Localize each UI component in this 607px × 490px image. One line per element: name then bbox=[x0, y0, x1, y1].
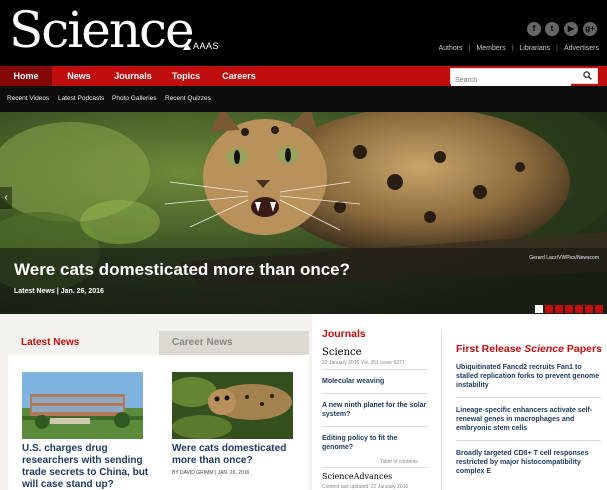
divider bbox=[456, 440, 601, 441]
aaas-triangle-icon bbox=[183, 43, 191, 50]
nav-journals[interactable]: Journals bbox=[110, 66, 156, 86]
nav-careers[interactable]: Careers bbox=[218, 66, 260, 86]
journal-article-1[interactable]: Molecular weaving bbox=[322, 377, 432, 386]
carousel-dots bbox=[533, 300, 603, 313]
carousel-dot[interactable] bbox=[535, 305, 543, 313]
first-release-item-3[interactable]: Broadly targeted CD8+ T cell responses r… bbox=[456, 449, 601, 476]
journal-article-3[interactable]: Editing policy to fit the genome? bbox=[322, 434, 432, 452]
divider bbox=[322, 467, 428, 468]
carousel-dot[interactable] bbox=[575, 305, 583, 313]
subnav-photo-galleries[interactable]: Photo Galleries bbox=[112, 86, 156, 112]
news-thumbnail-building[interactable] bbox=[22, 372, 143, 439]
hero-meta: Latest News | Jan. 26, 2016 bbox=[14, 288, 104, 295]
tab-career-news[interactable]: Career News bbox=[159, 331, 309, 355]
divider bbox=[322, 369, 428, 370]
news-card-byline-2: BY DAVID GRIMM | JAN. 26, 2016 bbox=[172, 470, 250, 476]
subnav-recent-quizzes[interactable]: Recent Quizzes bbox=[165, 86, 211, 112]
journal-issue-meta: 22 January 2016 Vol. 351 Issue 6271 bbox=[322, 360, 405, 366]
sub-nav: Recent Videos Latest Podcasts Photo Gall… bbox=[0, 86, 607, 112]
nav-home[interactable]: Home bbox=[0, 66, 52, 86]
first-release-item-2[interactable]: Lineage-specific enhancers activate self… bbox=[456, 406, 601, 433]
hero-caption-band bbox=[0, 248, 607, 314]
search-icon[interactable] bbox=[583, 71, 592, 80]
nav-topics[interactable]: Topics bbox=[166, 66, 206, 86]
carousel-dot[interactable] bbox=[595, 305, 603, 313]
carousel-dot[interactable] bbox=[555, 305, 563, 313]
journals-heading[interactable]: Journals bbox=[322, 328, 366, 340]
utility-links: Authors | Members | Librarians | Advertisers bbox=[438, 45, 599, 52]
carousel-dot[interactable] bbox=[565, 305, 573, 313]
science-advances-meta: Content last updated: 22 January 2016 bbox=[322, 484, 409, 490]
divider bbox=[456, 397, 601, 398]
news-card-title-1[interactable]: U.S. charges drug researchers with sendi… bbox=[22, 443, 148, 490]
first-release-heading[interactable]: First Release Science Papers bbox=[456, 343, 602, 355]
youtube-icon[interactable]: ▶ bbox=[564, 22, 578, 36]
journal-article-2[interactable]: A new ninth planet for the solar system? bbox=[322, 401, 432, 419]
carousel-prev-arrow[interactable]: ‹ bbox=[0, 187, 12, 209]
tab-latest-news[interactable]: Latest News bbox=[8, 331, 157, 355]
masthead: Science AAAS f t ▶ g+ Authors | Members | Li… bbox=[0, 0, 607, 66]
divider bbox=[322, 393, 428, 394]
science-advances-logo[interactable]: ScienceAdvances bbox=[322, 472, 392, 481]
google-plus-icon[interactable]: g+ bbox=[583, 22, 597, 36]
members-link[interactable]: Members bbox=[476, 45, 505, 52]
hero-title[interactable]: Were cats domesticated more than once? bbox=[14, 260, 350, 280]
aaas-logo[interactable]: AAAS bbox=[183, 41, 219, 51]
twitter-icon[interactable]: t bbox=[545, 22, 559, 36]
cat-thumbnail-image bbox=[172, 372, 293, 439]
facebook-icon[interactable]: f bbox=[527, 22, 541, 36]
building-image bbox=[22, 372, 143, 439]
divider bbox=[322, 426, 428, 427]
news-thumbnail-cat[interactable] bbox=[172, 372, 293, 439]
advertisers-link[interactable]: Advertisers bbox=[564, 45, 599, 52]
hero-carousel[interactable]: ‹ Gerard Lacz/VWPics/Newscom Were cats d… bbox=[0, 112, 607, 314]
librarians-link[interactable]: Librarians bbox=[519, 45, 550, 52]
photo-credit: Gerard Lacz/VWPics/Newscom bbox=[529, 255, 599, 261]
nav-news[interactable]: News bbox=[60, 66, 98, 86]
first-release-item-1[interactable]: Ubiquitinated Fancd2 recruits Fan1 to st… bbox=[456, 363, 601, 390]
subnav-latest-podcasts[interactable]: Latest Podcasts bbox=[58, 86, 104, 112]
carousel-dot[interactable] bbox=[545, 305, 553, 313]
science-journal-logo[interactable]: Science bbox=[322, 347, 362, 358]
authors-link[interactable]: Authors bbox=[438, 45, 462, 52]
subnav-recent-videos[interactable]: Recent Videos bbox=[7, 86, 49, 112]
science-logo[interactable]: Science bbox=[9, 2, 195, 58]
carousel-dot[interactable] bbox=[585, 305, 593, 313]
news-card-title-2[interactable]: Were cats domesticated more than once? bbox=[172, 443, 286, 467]
table-of-contents-link[interactable]: Table of contents bbox=[380, 459, 418, 465]
search-box bbox=[450, 68, 598, 88]
column-divider bbox=[441, 330, 442, 490]
